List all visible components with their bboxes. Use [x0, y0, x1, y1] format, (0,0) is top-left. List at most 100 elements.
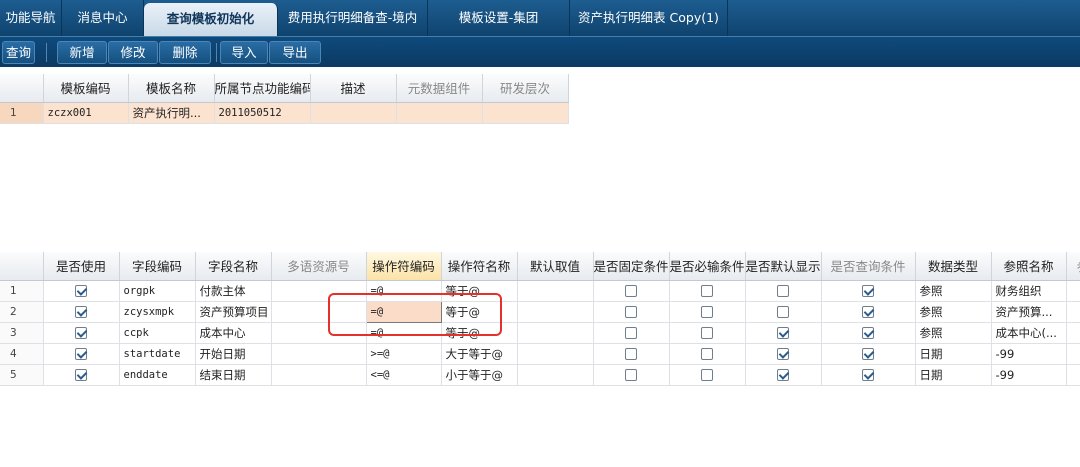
table-row[interactable]: 5 enddate 结束日期 <=@ 小于等于@ 日期 -99	[0, 364, 1080, 386]
tab-function-nav[interactable]: 功能导航	[0, 0, 62, 36]
col-dev-level[interactable]: 研发层次	[482, 74, 569, 103]
checkbox[interactable]	[777, 369, 789, 381]
col-operator-code[interactable]: 操作符编码	[366, 252, 442, 281]
default-value-cell[interactable]	[517, 322, 594, 344]
truncated-cell[interactable]	[1066, 301, 1080, 323]
multilang-resource-cell[interactable]	[271, 343, 367, 365]
operator-name-cell[interactable]: 小于等于@	[441, 364, 518, 386]
col-truncated[interactable]: 参	[1066, 252, 1080, 281]
col-data-type[interactable]: 数据类型	[915, 252, 992, 281]
ref-name-cell[interactable]: -99	[991, 364, 1067, 386]
col-template-code[interactable]: 模板编码	[43, 74, 129, 103]
operator-code-cell[interactable]: >=@	[366, 343, 442, 365]
checkbox[interactable]	[777, 327, 789, 339]
multilang-resource-cell[interactable]	[271, 280, 367, 302]
field-name-cell[interactable]: 结束日期	[195, 364, 272, 386]
checkbox[interactable]	[75, 348, 87, 360]
col-field-name[interactable]: 字段名称	[195, 252, 272, 281]
checkbox[interactable]	[777, 348, 789, 360]
field-name-cell[interactable]: 资产预算项目	[195, 301, 272, 323]
operator-name-cell[interactable]: 等于@	[441, 301, 518, 323]
col-is-required[interactable]: 是否必输条件	[669, 252, 746, 281]
col-ref-name[interactable]: 参照名称	[991, 252, 1067, 281]
checkbox[interactable]	[75, 327, 87, 339]
tab-asset-detail-copy[interactable]: 资产执行明细表 Copy(1)	[570, 0, 728, 36]
field-code-cell[interactable]: startdate	[119, 343, 196, 365]
tab-message-center[interactable]: 消息中心	[62, 0, 144, 36]
truncated-cell[interactable]	[1066, 280, 1080, 302]
col-default-value[interactable]: 默认取值	[517, 252, 594, 281]
col-is-fixed[interactable]: 是否固定条件	[593, 252, 670, 281]
data-type-cell[interactable]: 参照	[915, 301, 992, 323]
col-metadata-component[interactable]: 元数据组件	[396, 74, 483, 103]
checkbox[interactable]	[625, 306, 637, 318]
field-code-cell[interactable]: orgpk	[119, 280, 196, 302]
data-type-cell[interactable]: 参照	[915, 280, 992, 302]
default-value-cell[interactable]	[517, 343, 594, 365]
checkbox[interactable]	[701, 306, 713, 318]
col-multilang-resource[interactable]: 多语资源号	[271, 252, 367, 281]
edit-button[interactable]: 修改	[108, 41, 158, 64]
checkbox[interactable]	[625, 369, 637, 381]
field-name-cell[interactable]: 开始日期	[195, 343, 272, 365]
checkbox[interactable]	[625, 348, 637, 360]
checkbox[interactable]	[777, 306, 789, 318]
truncated-cell[interactable]	[1066, 322, 1080, 344]
field-name-cell[interactable]: 付款主体	[195, 280, 272, 302]
ref-name-cell[interactable]: -99	[991, 343, 1067, 365]
query-button[interactable]: 查询	[2, 41, 35, 64]
checkbox[interactable]	[862, 369, 874, 381]
field-code-cell[interactable]: zcysxmpk	[119, 301, 196, 323]
checkbox[interactable]	[625, 285, 637, 297]
table-row[interactable]: 3 ccpk 成本中心 =@ 等于@ 参照 成本中心(...	[0, 322, 1080, 344]
tab-expense-detail[interactable]: 费用执行明细备查-境内	[278, 0, 428, 36]
col-field-code[interactable]: 字段编码	[119, 252, 196, 281]
field-name-cell[interactable]: 成本中心	[195, 322, 272, 344]
tab-query-template-init[interactable]: 查询模板初始化	[144, 3, 278, 36]
checkbox[interactable]	[625, 327, 637, 339]
col-node-code[interactable]: 所属节点功能编码	[214, 74, 311, 103]
template-code-cell[interactable]: zczx001	[43, 102, 129, 124]
checkbox[interactable]	[75, 369, 87, 381]
truncated-cell[interactable]	[1066, 364, 1080, 386]
data-type-cell[interactable]: 日期	[915, 343, 992, 365]
col-is-used[interactable]: 是否使用	[43, 252, 120, 281]
checkbox[interactable]	[701, 348, 713, 360]
field-code-cell[interactable]: ccpk	[119, 322, 196, 344]
multilang-resource-cell[interactable]	[271, 301, 367, 323]
truncated-cell[interactable]	[1066, 343, 1080, 365]
col-description[interactable]: 描述	[310, 74, 397, 103]
checkbox[interactable]	[75, 285, 87, 297]
checkbox[interactable]	[701, 285, 713, 297]
checkbox[interactable]	[701, 327, 713, 339]
multilang-resource-cell[interactable]	[271, 364, 367, 386]
import-button[interactable]: 导入	[220, 41, 268, 64]
default-value-cell[interactable]	[517, 364, 594, 386]
col-operator-name[interactable]: 操作符名称	[441, 252, 518, 281]
operator-name-cell[interactable]: 等于@	[441, 280, 518, 302]
ref-name-cell[interactable]: 财务组织	[991, 280, 1067, 302]
operator-code-cell[interactable]: <=@	[366, 364, 442, 386]
table-row[interactable]: 1 zczx001 资产执行明... 2011050512	[0, 102, 569, 124]
node-code-cell[interactable]: 2011050512	[214, 102, 311, 124]
multilang-resource-cell[interactable]	[271, 322, 367, 344]
add-button[interactable]: 新增	[57, 41, 107, 64]
field-code-cell[interactable]: enddate	[119, 364, 196, 386]
default-value-cell[interactable]	[517, 301, 594, 323]
ref-name-cell[interactable]: 成本中心(...	[991, 322, 1067, 344]
export-button[interactable]: 导出	[269, 41, 321, 64]
checkbox[interactable]	[777, 285, 789, 297]
operator-code-cell[interactable]: =@	[366, 322, 442, 344]
delete-button[interactable]: 删除	[159, 41, 211, 64]
operator-name-cell[interactable]: 大于等于@	[441, 343, 518, 365]
col-is-default-show[interactable]: 是否默认显示	[745, 252, 822, 281]
tab-template-settings[interactable]: 模板设置-集团	[428, 0, 570, 36]
default-value-cell[interactable]	[517, 280, 594, 302]
data-type-cell[interactable]: 日期	[915, 364, 992, 386]
table-row[interactable]: 1 orgpk 付款主体 =@ 等于@ 参照 财务组织	[0, 280, 1080, 302]
checkbox[interactable]	[862, 348, 874, 360]
metadata-cell[interactable]	[396, 102, 483, 124]
operator-name-cell[interactable]: 等于@	[441, 322, 518, 344]
checkbox[interactable]	[75, 306, 87, 318]
data-type-cell[interactable]: 参照	[915, 322, 992, 344]
